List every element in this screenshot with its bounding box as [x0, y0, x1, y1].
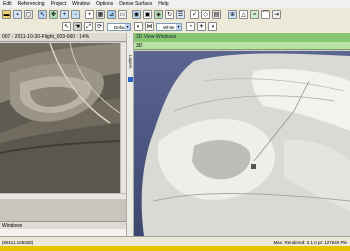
eye-icon[interactable]: ◔: [186, 22, 195, 31]
menu-dense-surface[interactable]: Dense Surface: [116, 0, 155, 8]
view-tab-3d[interactable]: 3D: [134, 42, 350, 50]
main-toolbar: ▬ ▪ ◻ ↖ ✥ + − • ▦ ⊿ ▭ ◉ ▣ ◈ ↻ ☰ ✓ ◇ ▤ ⊕ …: [0, 8, 350, 22]
color-icon[interactable]: ◐: [134, 22, 143, 31]
aerial-photo-graphic: [0, 43, 120, 193]
refresh-icon[interactable]: ⟳: [95, 22, 104, 31]
table-icon[interactable]: ▤: [212, 10, 221, 19]
fit-icon[interactable]: ⤢: [84, 22, 93, 31]
light-icon[interactable]: ☀: [197, 22, 206, 31]
export-icon[interactable]: ⇥: [272, 10, 281, 19]
hand-icon[interactable]: ☚: [73, 22, 82, 31]
orient-icon[interactable]: ◈: [154, 10, 163, 19]
point-tool-icon[interactable]: •: [85, 10, 94, 19]
side-tab-label: Layers: [128, 55, 133, 69]
empty-panel-area: [0, 199, 126, 221]
status-bar: (89111.106328) Max. Rendered: 2.1.0 pt: …: [0, 236, 350, 251]
style-select[interactable]: Default ▾: [107, 23, 131, 31]
menu-help[interactable]: Help: [155, 0, 171, 8]
menu-bar: Edit Referencing Project Window Options …: [0, 0, 350, 8]
cursor-icon[interactable]: ↖: [62, 22, 71, 31]
check-icon[interactable]: ✓: [190, 10, 199, 19]
save-icon[interactable]: ▪: [13, 10, 22, 19]
menu-project[interactable]: Project: [48, 0, 70, 8]
zoom-out-icon[interactable]: −: [71, 10, 80, 19]
select-arrow-icon[interactable]: ↖: [38, 10, 47, 19]
status-render-info: Max. Rendered: 2.1.0 pt: 127640 Ple: [273, 240, 347, 245]
color-select[interactable]: White ▾: [156, 23, 182, 31]
shade-icon[interactable]: ◑: [208, 22, 217, 31]
image-panel-title: 007 - 2011-10-30-Flight_003-060 : 14%: [0, 33, 126, 42]
mesh-icon[interactable]: ◇: [201, 10, 210, 19]
wire-icon[interactable]: ⋈: [145, 22, 154, 31]
triangle-icon[interactable]: △: [239, 10, 248, 19]
color-select-value: White: [163, 25, 175, 30]
image-panel: 007 - 2011-10-30-Flight_003-060 : 14% Wi…: [0, 33, 126, 236]
tab-marker-icon: [128, 77, 133, 82]
aerial-image[interactable]: [0, 43, 120, 193]
status-coordinates: (89111.106328): [2, 240, 34, 245]
chevron-down-icon: ▾: [125, 24, 130, 30]
profile-icon[interactable]: ⌒: [261, 10, 270, 19]
pan-icon[interactable]: ✥: [49, 10, 58, 19]
view-window-title: 3D View Windows: [134, 33, 350, 42]
rotate-icon[interactable]: ↻: [165, 10, 174, 19]
menu-referencing[interactable]: Referencing: [15, 0, 48, 8]
menu-window[interactable]: Window: [69, 0, 93, 8]
camera-icon[interactable]: ◉: [132, 10, 141, 19]
layers-side-tab[interactable]: Layers: [126, 33, 134, 236]
zoom-in-icon[interactable]: +: [60, 10, 69, 19]
menu-edit[interactable]: Edit: [0, 0, 15, 8]
target-icon[interactable]: ⊕: [228, 10, 237, 19]
grid-icon[interactable]: ▦: [96, 10, 105, 19]
windows-panel-body: [0, 229, 126, 236]
image-icon[interactable]: ▣: [143, 10, 152, 19]
terrain-surface-graphic: [134, 51, 350, 236]
contour-icon[interactable]: ≈: [250, 10, 259, 19]
measure-icon[interactable]: ⊿: [107, 10, 116, 19]
selection-marker: [251, 164, 256, 169]
new-file-icon[interactable]: ◻: [24, 10, 33, 19]
open-folder-icon[interactable]: ▬: [2, 10, 11, 19]
rectangle-icon[interactable]: ▭: [118, 10, 127, 19]
3d-view-canvas[interactable]: [134, 51, 350, 236]
chevron-down-icon: ▾: [176, 24, 181, 30]
status-progress-bar: [0, 246, 350, 251]
menu-options[interactable]: Options: [93, 0, 116, 8]
windows-panel-title: Windows: [0, 221, 126, 229]
layers-icon[interactable]: ☰: [176, 10, 185, 19]
